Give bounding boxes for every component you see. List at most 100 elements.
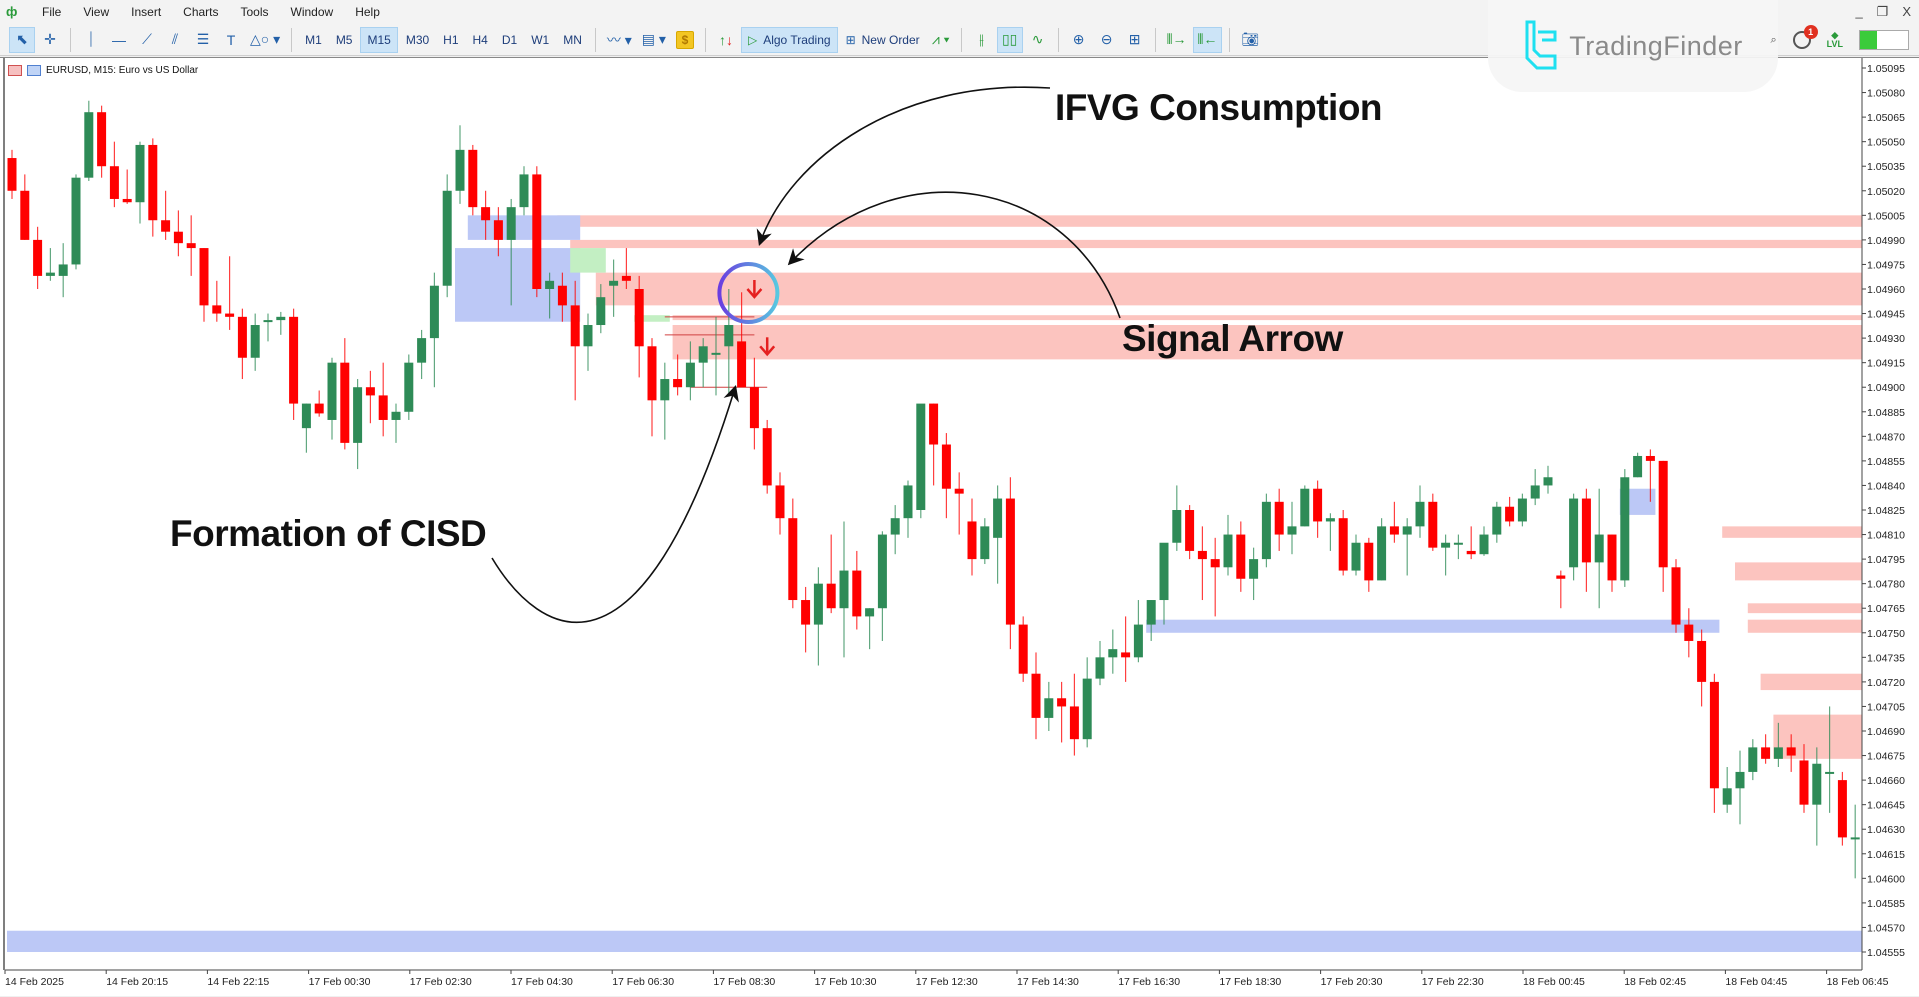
channel-icon: ⫽ bbox=[171, 31, 179, 47]
fibonacci-button[interactable]: ☰ bbox=[190, 27, 216, 53]
candle bbox=[276, 311, 286, 335]
candle bbox=[1185, 505, 1195, 560]
candle-body bbox=[109, 166, 119, 199]
time-tick-label: 17 Feb 20:30 bbox=[1321, 976, 1383, 988]
price-tick-label: 1.04675 bbox=[1867, 751, 1905, 763]
price-tick-label: 1.04645 bbox=[1867, 800, 1905, 812]
text-tool-button[interactable]: T bbox=[218, 27, 244, 53]
candle-body bbox=[1402, 526, 1412, 535]
candle-body bbox=[199, 248, 209, 306]
price-tick-label: 1.04960 bbox=[1867, 284, 1905, 296]
timeframe-h1[interactable]: H1 bbox=[437, 27, 464, 53]
candle-body bbox=[1799, 760, 1809, 805]
menu-help[interactable]: Help bbox=[345, 5, 392, 19]
one-click-trading-button[interactable]: ↑↓ bbox=[713, 27, 739, 53]
text-icon: T bbox=[226, 31, 236, 48]
candle-body bbox=[1645, 455, 1655, 461]
bar-chart-button[interactable]: ⫲ bbox=[969, 27, 995, 53]
candle bbox=[1569, 493, 1579, 581]
channel-button[interactable]: ⫽ bbox=[162, 27, 188, 53]
trading-button[interactable]: $ bbox=[672, 27, 698, 53]
candle bbox=[980, 518, 990, 565]
candle-body bbox=[1735, 771, 1745, 789]
zoom-in-button[interactable]: ⊕ bbox=[1066, 27, 1092, 53]
autoscroll-button[interactable]: ⫴→ bbox=[1163, 27, 1191, 53]
annotation-ifvg-consumption: IFVG Consumption bbox=[1055, 87, 1383, 128]
candle-body bbox=[1722, 788, 1732, 805]
menu-file[interactable]: File bbox=[32, 5, 73, 19]
trendline-button[interactable]: ⟋ bbox=[134, 27, 160, 53]
algo-trading-button[interactable]: ▷ Algo Trading bbox=[740, 26, 838, 53]
minimize-button[interactable]: _ bbox=[1855, 4, 1862, 20]
annotation-signal-arrow: Signal Arrow bbox=[1122, 318, 1343, 359]
camera-icon: 📷︎ bbox=[1241, 31, 1260, 47]
timeframe-mn[interactable]: MN bbox=[557, 27, 588, 53]
candle bbox=[1402, 518, 1412, 576]
menu-tools[interactable]: Tools bbox=[231, 5, 281, 19]
candle bbox=[1492, 501, 1502, 543]
timeframe-w1[interactable]: W1 bbox=[525, 27, 555, 53]
close-button[interactable]: X bbox=[1902, 4, 1911, 20]
indicators-button[interactable]: ▤ ▾ bbox=[638, 27, 670, 53]
candle bbox=[1812, 747, 1822, 846]
candle-body bbox=[1594, 534, 1604, 563]
level-indicator: ◆ LVL bbox=[1827, 31, 1843, 49]
cursor-tool-button[interactable]: ⬉ bbox=[9, 26, 35, 53]
candle-body bbox=[1530, 485, 1540, 499]
time-tick-label: 17 Feb 02:30 bbox=[410, 976, 472, 988]
candle-body bbox=[813, 583, 823, 625]
candle bbox=[301, 403, 311, 453]
menu-insert[interactable]: Insert bbox=[121, 5, 173, 19]
candle bbox=[1249, 547, 1259, 601]
candle-body bbox=[250, 325, 260, 358]
chart-shift-button[interactable]: ⫴← bbox=[1192, 26, 1223, 53]
chart-type-button[interactable]: 〰 ▾ bbox=[603, 27, 636, 53]
new-order-button[interactable]: ⊞ New Order bbox=[840, 27, 926, 53]
price-tick-label: 1.04885 bbox=[1867, 407, 1905, 419]
timeframe-m5[interactable]: M5 bbox=[330, 27, 359, 53]
time-tick-label: 18 Feb 00:45 bbox=[1523, 976, 1585, 988]
signals-button[interactable]: ⩘ ▾ bbox=[928, 27, 954, 53]
timeframe-h4[interactable]: H4 bbox=[467, 27, 494, 53]
price-tick-label: 1.04900 bbox=[1867, 382, 1905, 394]
timeframe-m1[interactable]: M1 bbox=[299, 27, 328, 53]
candle bbox=[1722, 767, 1732, 813]
candle bbox=[532, 166, 542, 298]
candle-body bbox=[173, 231, 183, 244]
trendline-icon: ⟋ bbox=[142, 31, 152, 47]
timeframe-m30[interactable]: M30 bbox=[400, 27, 435, 53]
time-tick-label: 14 Feb 22:15 bbox=[207, 976, 269, 988]
candle-body bbox=[1261, 501, 1271, 560]
profile-button[interactable]: 1 bbox=[1792, 25, 1818, 49]
zoom-out-button[interactable]: ⊖ bbox=[1094, 27, 1120, 53]
chart-window[interactable]: EURUSD, M15: Euro vs US Dollar 1.05095 1.… bbox=[0, 57, 1919, 996]
candlestick-chart-button[interactable]: ▯▯ bbox=[996, 26, 1023, 53]
candle bbox=[1415, 485, 1425, 538]
candle-body bbox=[954, 488, 964, 494]
line-chart-button[interactable]: ∿ bbox=[1025, 27, 1051, 53]
crosshair-tool-button[interactable]: ✛ bbox=[37, 27, 63, 53]
horizontal-line-button[interactable]: — bbox=[106, 27, 132, 53]
screenshot-button[interactable]: 📷︎ bbox=[1237, 27, 1263, 53]
timeframe-d1[interactable]: D1 bbox=[496, 27, 523, 53]
candle-body bbox=[1121, 652, 1131, 658]
tile-windows-button[interactable]: ⊞ bbox=[1122, 27, 1148, 53]
menu-window[interactable]: Window bbox=[281, 5, 346, 19]
candle bbox=[289, 308, 299, 420]
timeframe-m15[interactable]: M15 bbox=[360, 26, 398, 53]
app-logo-icon: ф bbox=[6, 4, 18, 19]
candle bbox=[1761, 734, 1771, 764]
brand-name: TradingFinder bbox=[1569, 30, 1743, 61]
candle bbox=[109, 141, 119, 208]
candle bbox=[660, 362, 670, 440]
candle bbox=[186, 215, 196, 276]
green-zone bbox=[570, 248, 606, 273]
vertical-line-button[interactable]: ⏐ bbox=[78, 27, 104, 53]
candle bbox=[647, 338, 657, 437]
shapes-button[interactable]: △○ ▾ bbox=[246, 27, 284, 53]
menu-charts[interactable]: Charts bbox=[173, 5, 230, 19]
menu-view[interactable]: View bbox=[73, 5, 121, 19]
search-icon[interactable]: ⌕ bbox=[1770, 34, 1776, 47]
restore-button[interactable]: ❐ bbox=[1877, 4, 1889, 20]
price-tick-label: 1.05080 bbox=[1867, 88, 1905, 100]
